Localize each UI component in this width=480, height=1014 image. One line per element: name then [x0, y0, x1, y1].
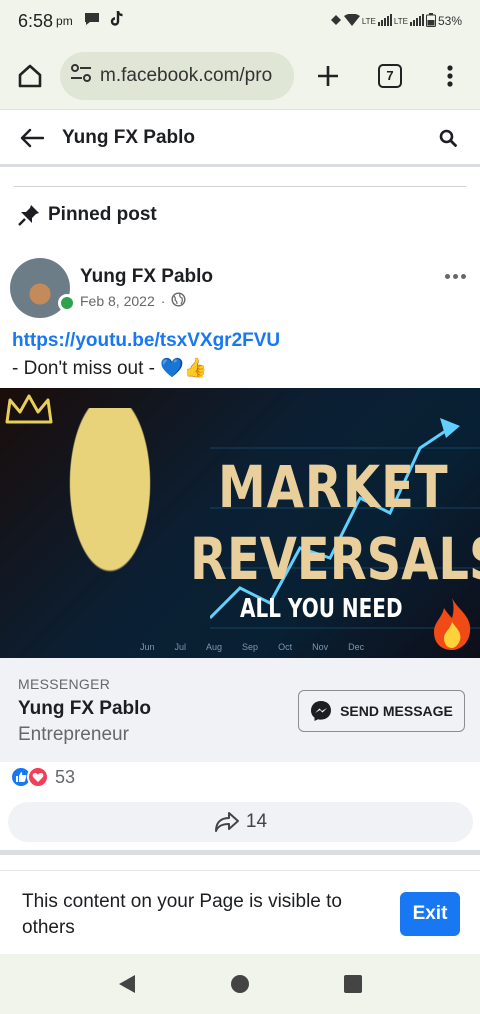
battery-level: 53%: [437, 14, 462, 28]
post-header: Yung FX Pablo Feb 8, 2022 ·: [10, 258, 470, 322]
system-nav-bar: [0, 954, 480, 1014]
post-date[interactable]: Feb 8, 2022: [80, 293, 155, 309]
notice-message: This content on your Page is visible to …: [22, 891, 343, 938]
triangle-back-icon: [118, 975, 135, 993]
nav-recents-button[interactable]: [333, 964, 373, 1004]
url-text[interactable]: m.facebook.com/pro: [100, 65, 272, 87]
thumbnail-title-line1: MARKET: [218, 454, 449, 522]
axis-label: Jul: [174, 642, 187, 652]
post-options-button[interactable]: [440, 266, 470, 286]
section-separator: [0, 850, 480, 855]
signal-icon-2: [409, 13, 424, 29]
pinned-post-text: Pinned post: [48, 204, 157, 225]
messenger-role: Entrepreneur: [18, 724, 129, 745]
tab-count: 7: [378, 63, 402, 88]
browser-menu-button[interactable]: [430, 56, 470, 96]
reaction-count: 53: [55, 766, 76, 787]
site-settings-icon[interactable]: [70, 64, 92, 87]
battery-icon: [425, 12, 436, 30]
love-reaction-icon: [27, 766, 49, 788]
network-label-2: LTE: [393, 16, 408, 26]
signal-icon: [377, 13, 392, 29]
network-label: LTE: [361, 16, 376, 26]
more-dot-icon: [460, 273, 466, 279]
page-title: Yung FX Pablo: [62, 126, 196, 148]
divider: [14, 186, 466, 187]
thumbnail-title-line2: REVERSALS: [190, 526, 480, 594]
circle-home-icon: [230, 975, 249, 993]
square-recents-icon: [344, 975, 363, 993]
messenger-kicker: MESSENGER: [18, 676, 111, 692]
pinned-post-label: Pinned post: [18, 204, 157, 226]
globe-icon: [171, 292, 186, 310]
meta-separator: ·: [160, 293, 166, 309]
pin-icon: [18, 205, 39, 226]
nav-back-button[interactable]: [107, 964, 147, 1004]
messenger-name: Yung FX Pablo: [18, 698, 152, 719]
send-message-label: SEND MESSAGE: [340, 703, 453, 719]
plus-icon: [318, 65, 338, 86]
post-meta: Feb 8, 2022 ·: [80, 292, 186, 310]
page-header: Yung FX Pablo: [0, 111, 480, 167]
reactions-summary[interactable]: 53: [10, 766, 75, 788]
nav-home-button[interactable]: [220, 964, 260, 1004]
thumbnail-subtitle: ALL YOU NEED: [240, 592, 403, 624]
axis-label: Jun: [140, 642, 155, 652]
post-link[interactable]: https://youtu.be/tsxVXgr2FVU: [12, 330, 280, 352]
post-text: - Don't miss out - 💙👍: [12, 358, 208, 379]
search-icon: [439, 129, 457, 147]
share-button[interactable]: 14: [8, 802, 473, 842]
tab-switcher-button[interactable]: 7: [370, 56, 410, 96]
axis-label: Aug: [206, 642, 223, 652]
post-author[interactable]: Yung FX Pablo: [80, 266, 213, 288]
browser-toolbar: m.facebook.com/pro 7: [0, 42, 480, 110]
more-dot-icon: [452, 273, 458, 279]
exit-button[interactable]: Exit: [400, 892, 460, 936]
axis-label: Oct: [278, 642, 293, 652]
status-ampm: pm: [56, 14, 73, 28]
thumbnail-axis-labels: Jun Jul Aug Sep Oct Nov Dec: [140, 642, 364, 652]
visibility-notice: This content on your Page is visible to …: [0, 870, 480, 954]
status-bar: 6:58 pm LTE LTE 53%: [0, 0, 480, 42]
fire-icon: [434, 598, 471, 650]
tiktok-icon: [109, 10, 125, 33]
vibrate-icon: [330, 14, 342, 29]
messenger-icon: [311, 701, 332, 721]
messenger-card: MESSENGER Yung FX Pablo Entrepreneur SEN…: [0, 658, 480, 762]
crown-icon: [5, 394, 53, 424]
home-icon: [18, 64, 42, 87]
send-message-button[interactable]: SEND MESSAGE: [298, 690, 465, 732]
axis-label: Sep: [242, 642, 259, 652]
more-dot-icon: [444, 273, 450, 279]
status-time: 6:58: [18, 10, 54, 31]
new-tab-button[interactable]: [308, 56, 348, 96]
share-count: 14: [245, 811, 268, 832]
online-indicator: [58, 294, 76, 312]
chat-bubble-icon: [83, 11, 101, 32]
arrow-left-icon: [20, 128, 44, 147]
back-button[interactable]: [10, 116, 54, 160]
address-bar[interactable]: m.facebook.com/pro: [60, 51, 294, 100]
post-image[interactable]: MARKET REVERSALS ALL YOU NEED Jun Jul Au…: [0, 388, 480, 658]
person-figure: [30, 408, 190, 658]
wifi-icon: [343, 13, 360, 29]
more-vertical-icon: [447, 64, 453, 87]
search-button[interactable]: [430, 120, 466, 156]
share-icon: [214, 812, 239, 832]
axis-label: Nov: [312, 642, 329, 652]
home-button[interactable]: [10, 56, 50, 96]
axis-label: Dec: [348, 642, 365, 652]
